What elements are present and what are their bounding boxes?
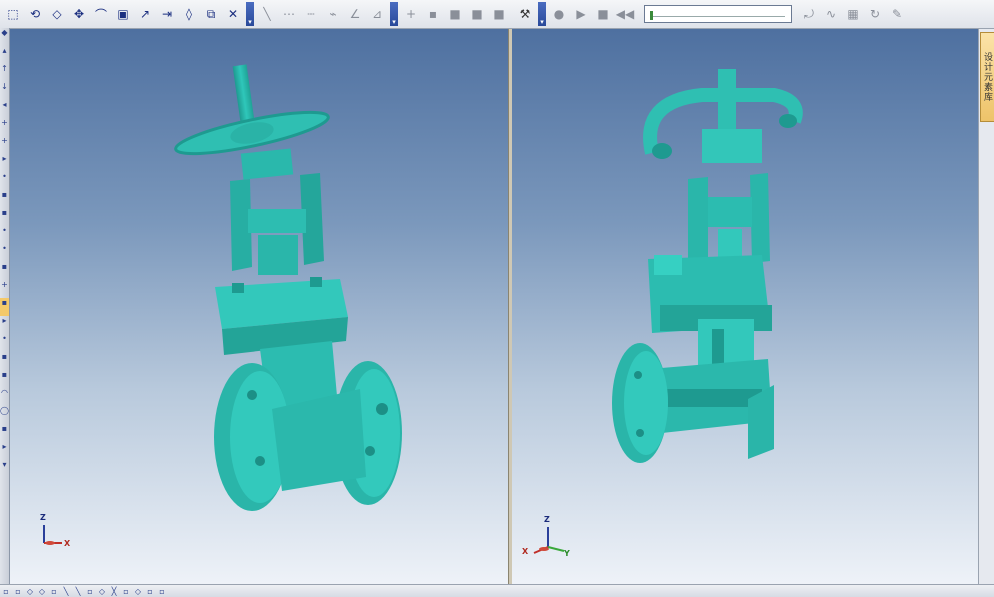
slider-thumb[interactable] [650,11,653,20]
dash-line-icon[interactable]: ┄ [301,4,321,24]
bottom-tool-icon[interactable]: ▫ [12,587,24,596]
block-icon-2[interactable]: ■ [467,4,487,24]
bottom-tool-icon[interactable]: ◇ [24,587,36,596]
right-dock-panel: 设计元素库 [978,29,994,584]
animation-slider[interactable] [644,5,792,23]
curve-line-icon[interactable]: ⌁ [323,4,343,24]
gate-valve-model [174,64,402,511]
strip-tool-icon[interactable]: + [0,118,9,136]
toolbar-group-view: ⤾ ∿ ▦ ↻ ✎ [796,2,910,26]
bottom-tool-icon[interactable]: ╲ [72,587,84,596]
rotate-view-icon[interactable]: ⤾ [799,4,819,24]
strip-tool-icon[interactable]: • [0,226,9,244]
bottom-tool-icon[interactable]: ◇ [96,587,108,596]
axis-z-label: Z [544,515,550,524]
axis-x-label: X [64,539,71,548]
settings-icon[interactable]: ✎ [887,4,907,24]
axis-x-label: X [522,547,529,556]
strip-tool-icon[interactable]: ▪ [0,190,9,208]
strip-tool-icon[interactable]: ▸ [0,442,9,460]
stop-icon[interactable]: ■ [593,4,613,24]
table-icon[interactable]: ▦ [843,4,863,24]
bottom-toolbar: ▫ ▫ ◇ ◇ ▫ ╲ ╲ ▫ ◇ ╳ ▫ ◇ ▫ ▫ [0,584,994,597]
strip-tool-icon[interactable]: ▴ [0,46,9,64]
arc-icon[interactable]: ⌒ [91,4,111,24]
bottom-tool-icon[interactable]: ◇ [36,587,48,596]
play-icon[interactable]: ▶ [571,4,591,24]
axis-z-label: Z [40,513,46,522]
refresh-icon[interactable]: ↻ [865,4,885,24]
strip-tool-icon[interactable]: ▪ [0,424,9,442]
bottom-tool-icon[interactable]: ▫ [84,587,96,596]
strip-tool-icon[interactable]: ↓ [0,82,9,100]
strip-tool-active-icon[interactable]: ▪ [0,298,9,316]
strip-tool-icon[interactable]: • [0,172,9,190]
toolbar-overflow-button-2[interactable]: ▾ [390,2,398,26]
surface-icon[interactable]: ◇ [47,4,67,24]
strip-tool-icon[interactable]: ◠ [0,388,9,406]
toolbar-overflow-button-3[interactable]: ▾ [538,2,546,26]
axis-triad-left: Z X [38,513,78,553]
strip-tool-icon[interactable]: ▸ [0,154,9,172]
toolbar-group-tool: ⚒ [512,2,538,26]
bottom-tool-icon[interactable]: ▫ [144,587,156,596]
axis-y-label: Y [564,549,570,558]
axis-triad-right: Z X Y [522,515,578,559]
angle-icon-2[interactable]: ⊿ [367,4,387,24]
block-icon[interactable]: ■ [445,4,465,24]
shape-icon[interactable]: ◊ [179,4,199,24]
viewport-right[interactable]: Z X Y [512,29,978,584]
move-icon[interactable]: ↗ [135,4,155,24]
pan-icon[interactable]: ✥ [69,4,89,24]
strip-tool-icon[interactable]: ↑ [0,64,9,82]
delete-icon[interactable]: ✕ [223,4,243,24]
cube-icon[interactable]: ▣ [113,4,133,24]
line-icon[interactable]: ╲ [257,4,277,24]
strip-tool-icon[interactable]: ◯ [0,406,9,424]
tool-icon[interactable]: ⚒ [515,4,535,24]
add-icon[interactable]: + [401,4,421,24]
toolbar-group-playback: ● ▶ ■ ◀◀ [546,2,638,26]
strip-tool-icon[interactable]: ▸ [0,316,9,334]
bottom-tool-icon[interactable]: ◇ [132,587,144,596]
bottom-tool-icon[interactable]: ╳ [108,587,120,596]
strip-tool-icon[interactable]: • [0,334,9,352]
strip-tool-icon[interactable]: ▪ [0,208,9,226]
strip-tool-icon[interactable]: ▪ [0,262,9,280]
toolbar-overflow-button[interactable]: ▾ [246,2,254,26]
strip-tool-icon[interactable]: ▪ [0,370,9,388]
select-box-icon[interactable]: ⬚ [3,4,23,24]
toolbar-group-lines: ╲ ⋯ ┄ ⌁ ∠ ⊿ [254,2,390,26]
bottom-tool-icon[interactable]: ▫ [0,587,12,596]
strip-tool-icon[interactable]: ◆ [0,28,9,46]
curve-icon[interactable]: ∿ [821,4,841,24]
gate-valve-section-model [612,69,803,463]
toolbar-group-edit: ⬚ ⟲ ◇ ✥ ⌒ ▣ ↗ ⇥ ◊ ⧉ ✕ [0,2,246,26]
strip-tool-icon[interactable]: + [0,136,9,154]
extrude-icon[interactable]: ⇥ [157,4,177,24]
strip-tool-icon[interactable]: • [0,244,9,262]
bottom-tool-icon[interactable]: ╲ [60,587,72,596]
toolbar-group-blocks: + ▪ ■ ■ ■ [398,2,512,26]
strip-tool-icon[interactable]: + [0,280,9,298]
slider-track [651,16,785,17]
angle-icon[interactable]: ∠ [345,4,365,24]
rewind-icon[interactable]: ◀◀ [615,4,635,24]
view-icon[interactable]: ▪ [423,4,443,24]
mirror-icon[interactable]: ⧉ [201,4,221,24]
bottom-tool-icon[interactable]: ▫ [156,587,168,596]
block-icon-3[interactable]: ■ [489,4,509,24]
polyline-icon[interactable]: ⋯ [279,4,299,24]
design-library-tab[interactable]: 设计元素库 [980,32,994,122]
strip-tool-icon[interactable]: ▾ [0,460,9,478]
rotate-icon[interactable]: ⟲ [25,4,45,24]
left-toolstrip: ◆ ▴ ↑ ↓ ◂ + + ▸ • ▪ ▪ • • ▪ + ▪ ▸ • ▪ ▪ … [0,28,10,584]
strip-tool-icon[interactable]: ▪ [0,352,9,370]
viewport-left[interactable]: Z X [10,29,508,584]
main-toolbar: ⬚ ⟲ ◇ ✥ ⌒ ▣ ↗ ⇥ ◊ ⧉ ✕ ▾ ╲ ⋯ ┄ ⌁ ∠ ⊿ ▾ + … [0,0,994,29]
bottom-tool-icon[interactable]: ▫ [48,587,60,596]
strip-tool-icon[interactable]: ◂ [0,100,9,118]
bottom-tool-icon[interactable]: ▫ [120,587,132,596]
record-icon[interactable]: ● [549,4,569,24]
